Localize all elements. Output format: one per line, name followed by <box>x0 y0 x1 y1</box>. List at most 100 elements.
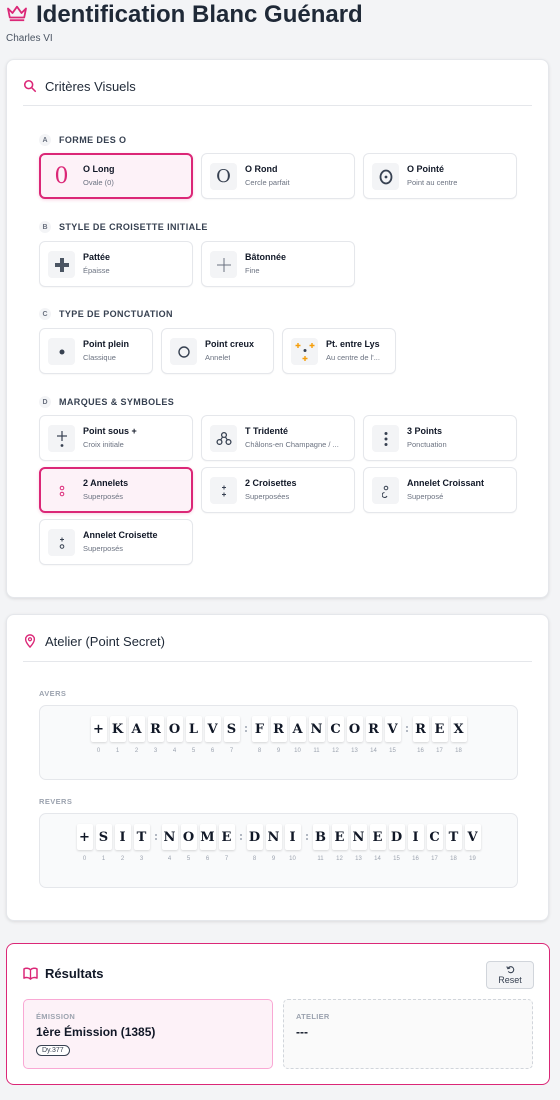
cross-dot-below-icon <box>48 425 75 452</box>
option-point-sous-croix[interactable]: Point sous + Croix initiale <box>39 415 193 461</box>
legend-letter-cell[interactable]: V 19 <box>463 824 482 864</box>
legend-letter-cell[interactable]: L5 <box>184 716 203 756</box>
emission-result: ÉMISSION 1ère Émission (1385) Dy.377 <box>23 999 273 1069</box>
section-c-heading: C TYPE DE PONCTUATION <box>39 308 173 320</box>
legend-letter-cell[interactable]: K1 <box>108 716 127 756</box>
legend-index: 10 <box>289 856 296 862</box>
reset-button[interactable]: Reset <box>486 961 534 989</box>
legend-letter-cell[interactable]: A 10 <box>288 716 307 756</box>
option-sub: Annelet <box>205 353 231 362</box>
legend-index: 19 <box>469 856 476 862</box>
option-annelet-croisette[interactable]: Annelet Croisette Superposés <box>39 519 193 565</box>
legend-letter: K <box>109 716 126 742</box>
legend-letter-cell[interactable]: R 16 <box>411 716 430 756</box>
legend-letter-cell[interactable]: M6 <box>198 824 217 864</box>
legend-letter-cell[interactable]: F8 <box>250 716 269 756</box>
legend-letter-cell[interactable]: N4 <box>160 824 179 864</box>
option-label: Pt. entre Lys <box>326 339 380 349</box>
legend-letter-cell[interactable]: T 18 <box>444 824 463 864</box>
option-point-plein[interactable]: Point plein Classique <box>39 328 153 374</box>
legend-letter-cell[interactable]: R3 <box>146 716 165 756</box>
criteria-card: Critères Visuels A FORME DES O 0 O Long … <box>6 59 549 598</box>
legend-letter-cell[interactable]: I2 <box>113 824 132 864</box>
legend-letter-cell[interactable]: E 14 <box>368 824 387 864</box>
legend-letter-cell[interactable]: R9 <box>269 716 288 756</box>
option-label: 2 Croisettes <box>245 478 297 488</box>
legend-index: 16 <box>412 856 419 862</box>
option-o-long[interactable]: 0 O Long Ovale (0) <box>39 153 193 199</box>
legend-letter: + <box>90 716 107 742</box>
page-subtitle: Charles VI <box>6 33 53 44</box>
section-title: MARQUES & SYMBOLES <box>59 397 175 407</box>
results-card: Résultats Reset ÉMISSION 1ère Émission (… <box>6 943 550 1085</box>
atelier-card-header: Atelier (Point Secret) <box>23 631 165 651</box>
legend-letter-cell[interactable]: N 11 <box>307 716 326 756</box>
option-o-rond[interactable]: O O Rond Cercle parfait <box>201 153 355 199</box>
legend-letter: X <box>450 716 467 742</box>
legend-letter: + <box>76 824 93 850</box>
option-point-creux[interactable]: Point creux Annelet <box>161 328 274 374</box>
option-pattee[interactable]: Pattée Épaisse <box>39 241 193 287</box>
legend-letter-cell[interactable]: I 10 <box>283 824 302 864</box>
legend-letter-cell[interactable]: V6 <box>203 716 222 756</box>
option-2-annelets[interactable]: 2 Annelets Superposés <box>39 467 193 513</box>
legend-index: 18 <box>455 748 462 754</box>
legend-index: 9 <box>271 856 276 862</box>
legend-letter-cell[interactable]: E 12 <box>330 824 349 864</box>
trident-icon <box>210 425 237 452</box>
option-batonnee[interactable]: Bâtonnée Fine <box>201 241 355 287</box>
section-letter-badge: B <box>39 221 51 233</box>
legend-letter-cell[interactable]: +0 <box>89 716 108 756</box>
emission-badge: Dy.377 <box>36 1045 70 1056</box>
legend-letter: T <box>445 824 462 850</box>
legend-letter: R <box>147 716 164 742</box>
option-o-pointe[interactable]: O Pointé Point au centre <box>363 153 517 199</box>
results-header: Résultats <box>23 966 104 981</box>
legend-letter-cell[interactable]: V 15 <box>383 716 402 756</box>
legend-letter-cell[interactable]: S7 <box>222 716 241 756</box>
legend-letter-cell[interactable]: I 16 <box>406 824 425 864</box>
legend-letter-cell[interactable]: +0 <box>75 824 94 864</box>
legend-index: 14 <box>374 856 381 862</box>
legend-letter-cell[interactable]: A2 <box>127 716 146 756</box>
legend-index: 15 <box>393 856 400 862</box>
legend-letter-cell[interactable]: S1 <box>94 824 113 864</box>
option-annelet-croissant[interactable]: Annelet Croissant Superposé <box>363 467 517 513</box>
legend-letter: M <box>199 824 216 850</box>
legend-letter-cell[interactable]: E7 <box>217 824 236 864</box>
legend-letter-cell[interactable]: D8 <box>245 824 264 864</box>
legend-index: 10 <box>294 748 301 754</box>
legend-letter-cell[interactable]: T3 <box>132 824 151 864</box>
legend-letter-cell[interactable]: N9 <box>264 824 283 864</box>
legend-letter-cell[interactable]: O4 <box>165 716 184 756</box>
legend-letter: D <box>388 824 405 850</box>
two-small-crosses-icon <box>210 477 237 504</box>
legend-index: 1 <box>115 748 120 754</box>
option-sub: Point au centre <box>407 178 458 187</box>
legend-letter: R <box>412 716 429 742</box>
two-rings-icon <box>48 477 75 504</box>
legend-letter-cell[interactable]: E 17 <box>430 716 449 756</box>
legend-letter-cell[interactable]: O 13 <box>345 716 364 756</box>
legend-letter-cell[interactable]: X 18 <box>449 716 468 756</box>
legend-index: 1 <box>101 856 106 862</box>
legend-index: 16 <box>417 748 424 754</box>
option-t-tridente[interactable]: T Tridenté Châlons-en Champagne / ... <box>201 415 355 461</box>
legend-index: 11 <box>317 856 324 862</box>
option-pt-entre-lys[interactable]: Pt. entre Lys Au centre de l'... <box>282 328 396 374</box>
legend-letter-cell[interactable]: B 11 <box>311 824 330 864</box>
option-3-points[interactable]: 3 Points Ponctuation <box>363 415 517 461</box>
legend-letter-cell[interactable]: N 13 <box>349 824 368 864</box>
legend-letter: N <box>308 716 325 742</box>
option-2-croisettes[interactable]: 2 Croisettes Superposées <box>201 467 355 513</box>
section-b-heading: B STYLE DE CROISETTE INITIALE <box>39 221 208 233</box>
legend-letter-cell[interactable]: O5 <box>179 824 198 864</box>
legend-index: 18 <box>450 856 457 862</box>
legend-letter-cell[interactable]: D 15 <box>387 824 406 864</box>
legend-index: 4 <box>167 856 172 862</box>
option-sub: Au centre de l'... <box>326 353 380 362</box>
legend-separator <box>404 716 409 742</box>
legend-letter-cell[interactable]: C 12 <box>326 716 345 756</box>
legend-letter-cell[interactable]: R 14 <box>364 716 383 756</box>
legend-letter-cell[interactable]: C 17 <box>425 824 444 864</box>
